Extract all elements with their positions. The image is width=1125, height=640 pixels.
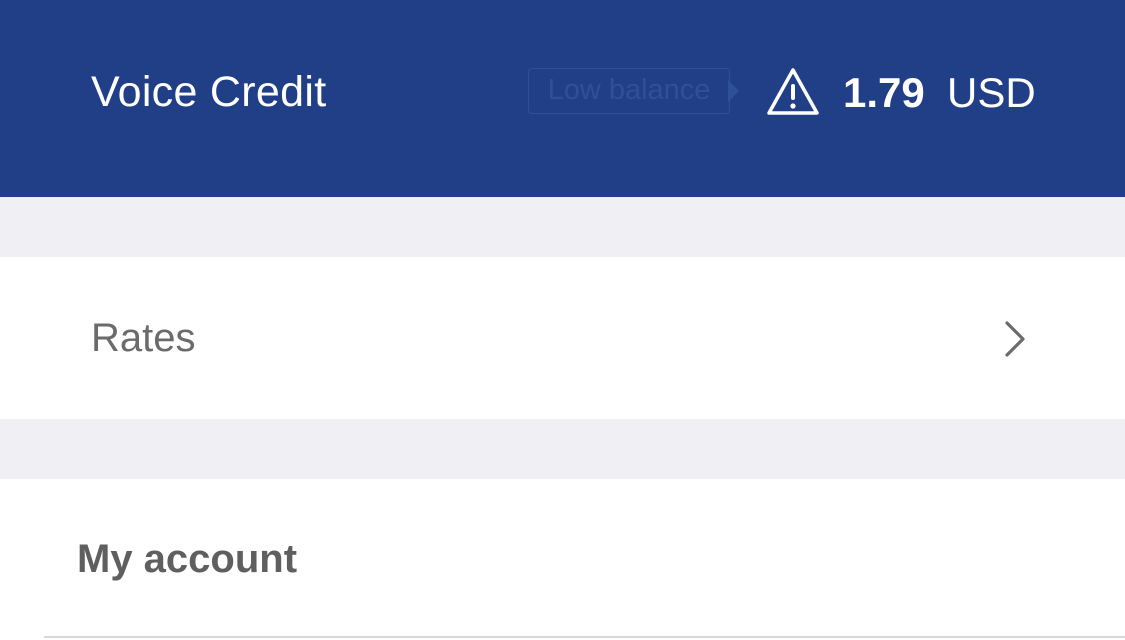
balance-amount: 1.79: [843, 69, 925, 116]
my-account-section: My account: [0, 479, 1125, 640]
chevron-right-icon: [1005, 321, 1025, 357]
section-header-my-account: My account: [77, 537, 298, 581]
low-balance-tooltip: Low balance: [528, 68, 730, 114]
rates-label: Rates: [91, 316, 196, 360]
tooltip-pointer: [728, 80, 739, 102]
page-title: Voice Credit: [91, 68, 327, 116]
divider: [44, 636, 1125, 638]
rates-row[interactable]: Rates: [0, 257, 1125, 419]
warning-icon: [767, 68, 819, 115]
balance-currency: USD: [947, 69, 1036, 116]
voice-credit-header: Voice Credit Low balance 1.79 USD: [0, 0, 1125, 197]
